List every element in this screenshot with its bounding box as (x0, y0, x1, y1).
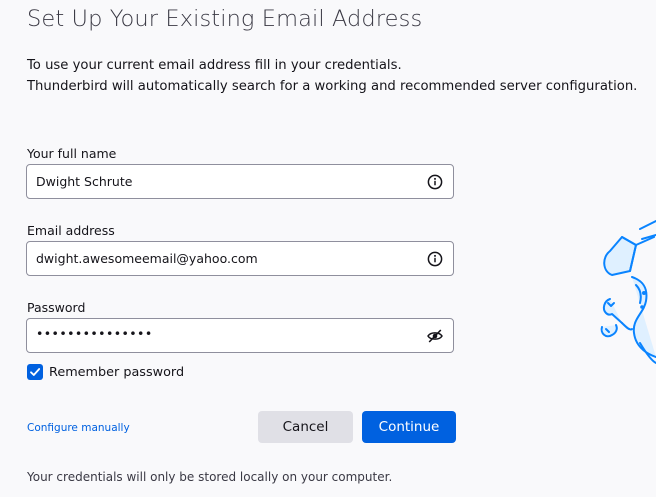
remember-password-row[interactable]: Remember password (27, 363, 184, 381)
remember-password-label: Remember password (49, 364, 185, 380)
email-field[interactable]: dwight.awesomeemail@yahoo.com (26, 241, 454, 276)
email-value: dwight.awesomeemail@yahoo.com (36, 251, 258, 266)
password-field[interactable]: ••••••••••••••• (26, 318, 454, 353)
eye-slash-icon[interactable] (426, 327, 444, 345)
configure-manually-link[interactable]: Configure manually (27, 422, 130, 434)
info-icon[interactable] (426, 173, 444, 191)
full-name-value: Dwight Schrute (36, 174, 133, 189)
checkmark-icon (30, 368, 41, 376)
email-label: Email address (27, 223, 115, 238)
credentials-note: Your credentials will only be stored loc… (27, 470, 393, 484)
continue-button[interactable]: Continue (362, 411, 456, 443)
cancel-button[interactable]: Cancel (258, 411, 353, 443)
full-name-label: Your full name (27, 146, 117, 161)
intro-text: To use your current email address fill i… (27, 55, 637, 97)
password-value: ••••••••••••••• (36, 326, 153, 341)
password-label: Password (27, 300, 86, 315)
remember-password-checkbox[interactable] (27, 364, 43, 380)
intro-line-1: To use your current email address fill i… (27, 58, 402, 73)
page-title: Set Up Your Existing Email Address (27, 6, 423, 32)
account-setup-page: Set Up Your Existing Email Address To us… (0, 0, 656, 497)
full-name-field[interactable]: Dwight Schrute (26, 164, 454, 199)
intro-line-2: Thunderbird will automatically search fo… (27, 79, 638, 94)
mascot-illustration (596, 215, 656, 375)
info-icon[interactable] (426, 250, 444, 268)
